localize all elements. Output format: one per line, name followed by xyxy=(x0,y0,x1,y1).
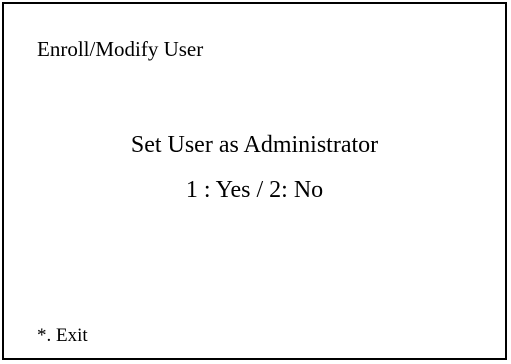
set-administrator-prompt: Set User as Administrator xyxy=(130,132,379,158)
enroll-modify-user-screen: Enroll/Modify User Set User as Administr… xyxy=(2,2,507,360)
screen-title: Enroll/Modify User xyxy=(37,37,204,61)
exit-option[interactable]: *. Exit xyxy=(37,325,88,347)
yes-no-options[interactable]: 1 : Yes / 2: No xyxy=(4,176,505,204)
